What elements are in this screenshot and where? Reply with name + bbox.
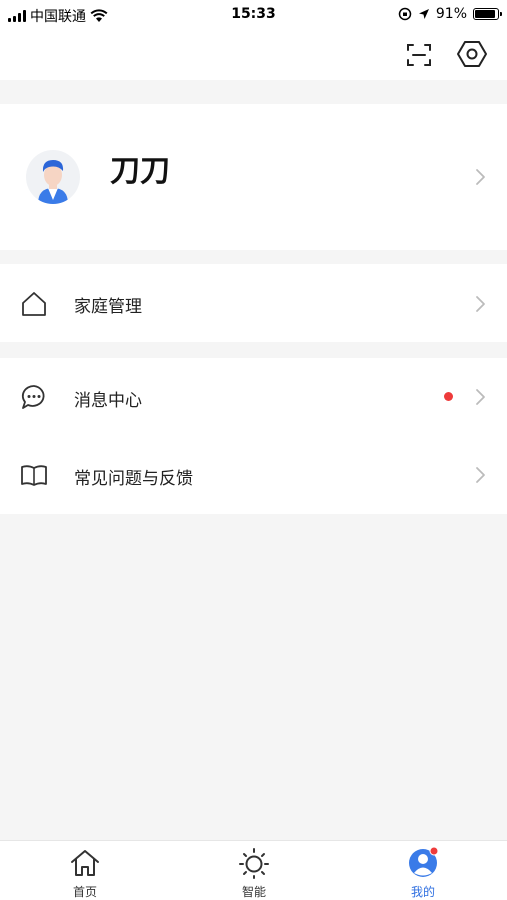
- status-right: 91%: [398, 6, 502, 22]
- home-icon: [71, 850, 99, 876]
- battery-percent: 91%: [435, 6, 467, 22]
- chevron-right-icon: [476, 389, 485, 405]
- tab-mine[interactable]: 我的: [363, 841, 483, 900]
- top-bar: [0, 30, 507, 80]
- sun-icon: [239, 848, 269, 879]
- user-name: 刀刀: [110, 154, 170, 189]
- location-icon: [418, 9, 429, 19]
- tab-home[interactable]: 首页: [25, 841, 145, 900]
- menu-item-faq[interactable]: 常见问题与反馈: [0, 436, 507, 514]
- home-icon: [22, 292, 46, 316]
- menu-group-support: 消息中心 常见问题与反馈: [0, 358, 507, 514]
- user-avatar-icon[interactable]: [26, 150, 80, 204]
- profile-card[interactable]: 刀刀: [0, 104, 507, 250]
- orientation-lock-icon: [398, 7, 412, 21]
- chevron-right-icon: [476, 296, 485, 312]
- tab-smart-label: 智能: [241, 885, 266, 899]
- book-icon: [21, 465, 47, 486]
- tab-mine-label: 我的: [410, 885, 435, 899]
- chat-bubble-icon: [21, 385, 45, 409]
- chevron-right-icon: [476, 467, 485, 483]
- menu-label-family: 家庭管理: [74, 297, 142, 317]
- menu-label-faq: 常见问题与反馈: [74, 469, 193, 489]
- status-bar: 中国联通 15:33 91%: [0, 0, 507, 30]
- unread-badge: [444, 392, 453, 401]
- bottom-tab-bar: 首页 智能 我的: [0, 840, 507, 900]
- menu-item-family[interactable]: 家庭管理: [0, 264, 507, 342]
- menu-group-family: 家庭管理: [0, 264, 507, 342]
- profile-icon: [409, 847, 439, 877]
- settings-hexagon-icon[interactable]: [456, 38, 488, 70]
- menu-item-messages[interactable]: 消息中心: [0, 358, 507, 436]
- chevron-right-icon: [476, 169, 485, 185]
- tab-smart[interactable]: 智能: [194, 841, 314, 900]
- battery-fill: [475, 10, 496, 18]
- menu-label-messages: 消息中心: [74, 391, 142, 411]
- battery-icon: [473, 8, 502, 20]
- tab-home-label: 首页: [72, 885, 97, 899]
- scan-icon[interactable]: [404, 40, 434, 70]
